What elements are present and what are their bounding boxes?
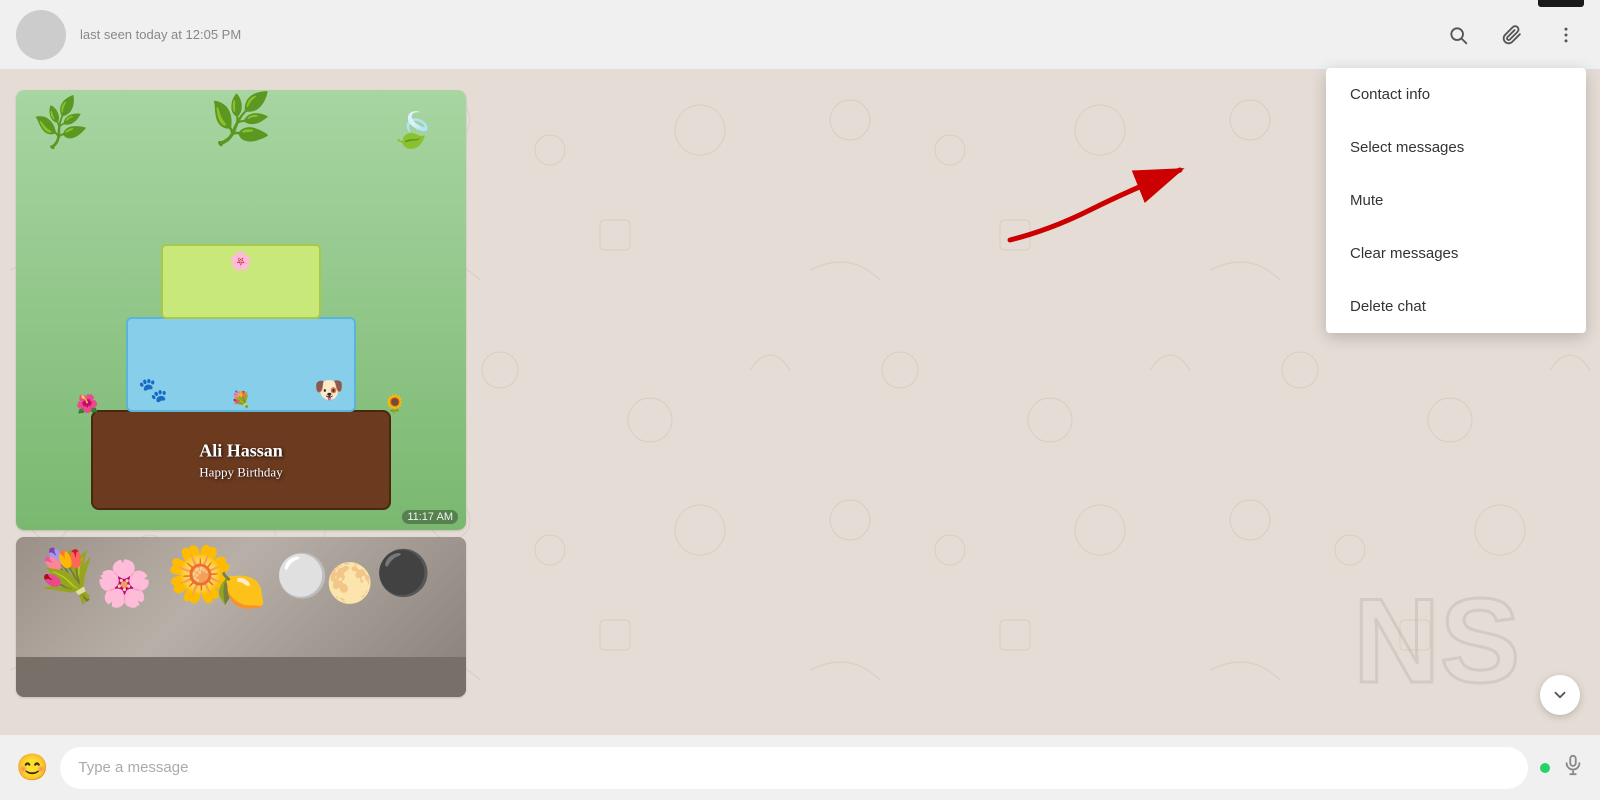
image-bubble-flowers: 💐 🌸 🌼 🍋 ⚪ 🌕 ⚫ xyxy=(16,537,466,697)
dropdown-menu: Contact info Select messages Mute Clear … xyxy=(1326,68,1586,333)
search-button[interactable] xyxy=(1440,17,1476,53)
menu-item-contact-info[interactable]: Contact info xyxy=(1326,68,1586,121)
online-indicator xyxy=(1540,763,1550,773)
contact-status: last seen today at 12:05 PM xyxy=(80,27,1440,42)
message-input[interactable] xyxy=(60,747,1528,789)
header-actions: Menu xyxy=(1440,17,1584,53)
menu-item-delete-chat[interactable]: Delete chat xyxy=(1326,280,1586,333)
contact-details: last seen today at 12:05 PM xyxy=(80,27,1440,42)
message-group-flowers: 💐 🌸 🌼 🍋 ⚪ 🌕 ⚫ xyxy=(16,537,496,700)
flowers-image: 💐 🌸 🌼 🍋 ⚪ 🌕 ⚫ xyxy=(16,537,466,697)
emoji-button[interactable]: 😊 xyxy=(16,752,48,783)
image-bubble-cake: 🌿 🍃 🌿 Ali Hassan Happy Birthday 🐾 🐶 xyxy=(16,90,466,530)
menu-item-mute[interactable]: Mute xyxy=(1326,174,1586,227)
menu-item-select-messages[interactable]: Select messages xyxy=(1326,121,1586,174)
input-bar: 😊 xyxy=(0,735,1600,800)
attach-button[interactable] xyxy=(1494,17,1530,53)
message-group-cake: 🌿 🍃 🌿 Ali Hassan Happy Birthday 🐾 🐶 xyxy=(16,90,496,533)
scroll-to-bottom-button[interactable] xyxy=(1540,675,1580,715)
chat-header: last seen today at 12:05 PM Menu xyxy=(0,0,1600,70)
more-menu-button[interactable]: Menu xyxy=(1548,17,1584,53)
menu-item-clear-messages[interactable]: Clear messages xyxy=(1326,227,1586,280)
mic-button[interactable] xyxy=(1562,754,1584,782)
message-time-cake: 11:17 AM xyxy=(402,510,458,524)
menu-tooltip: Menu xyxy=(1538,0,1584,7)
contact-avatar[interactable] xyxy=(16,10,66,60)
